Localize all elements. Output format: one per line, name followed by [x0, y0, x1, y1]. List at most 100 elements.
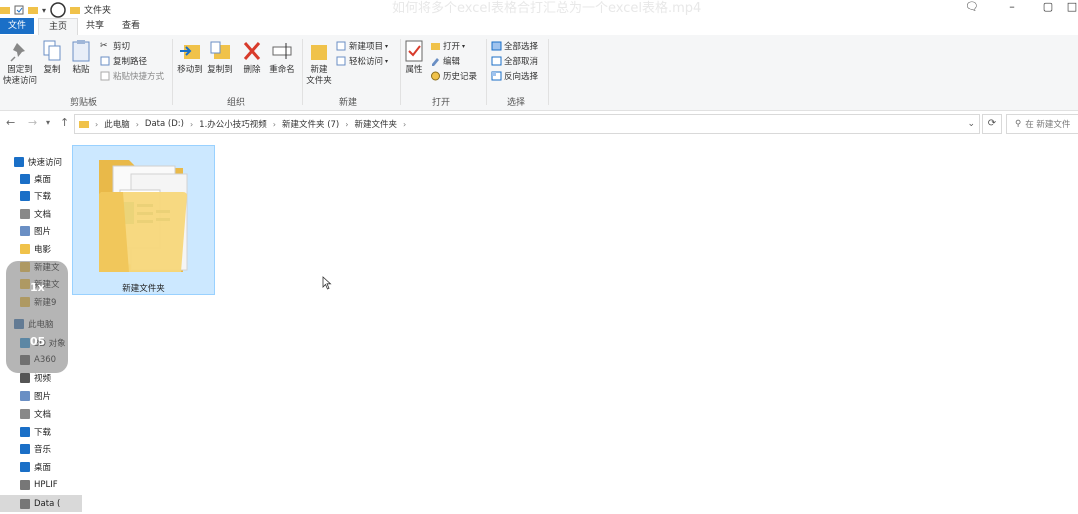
tab-view[interactable]: 查看	[114, 18, 148, 34]
address-bar[interactable]: › 此电脑 › Data (D:) › 1.办公小技巧视频 › 新建文件夹 (7) › …	[74, 114, 980, 134]
paste-shortcut-button: 粘贴快捷方式	[100, 70, 164, 82]
tab-share[interactable]: 共享	[78, 18, 112, 34]
search-box[interactable]: ⚲ 在 新建文件	[1006, 114, 1078, 134]
document-icon	[20, 208, 30, 219]
star-icon	[14, 156, 24, 167]
ribbon-tabs: 文件 主页 共享 查看	[0, 18, 1078, 36]
sidebar-item[interactable]: 文档	[0, 205, 82, 222]
invert-selection-button[interactable]: 反向选择	[491, 70, 538, 82]
properties-button[interactable]: 属性	[403, 39, 425, 76]
copy-to-button[interactable]: 复制到	[205, 39, 235, 76]
tab-home[interactable]: 主页	[38, 18, 78, 36]
copy-path-label: 复制路径	[113, 57, 148, 67]
select-all-icon	[491, 41, 502, 51]
recent-locations-button[interactable]: ▾	[46, 118, 50, 127]
pin-to-quick-access-button[interactable]: 固定到 快速访问	[2, 39, 38, 87]
new-folder-label-line2: 文件夹	[306, 76, 332, 86]
sidebar-item-label: 图片	[34, 391, 52, 402]
paste-shortcut-label: 粘贴快捷方式	[113, 72, 165, 82]
select-all-button[interactable]: 全部选择	[491, 40, 538, 52]
properties-icon[interactable]	[14, 5, 24, 15]
open-button[interactable]: 打开 ▾	[430, 40, 465, 52]
download-icon	[20, 190, 30, 201]
organize-group-label: 组织	[227, 98, 246, 108]
desktop-icon	[20, 173, 30, 184]
breadcrumb-new-folder-7[interactable]: 新建文件夹 (7) ›	[282, 118, 348, 131]
copy-to-label: 复制到	[207, 65, 233, 75]
desktop-icon	[20, 461, 30, 472]
new-item-button[interactable]: 新建项目 ▾	[336, 40, 388, 52]
easy-access-button[interactable]: 轻松访问 ▾	[336, 55, 388, 67]
paste-button[interactable]: 粘贴	[68, 39, 94, 76]
close-button[interactable]: □	[1062, 0, 1078, 14]
copy-path-button[interactable]: 复制路径	[100, 55, 147, 67]
breadcrumb-data-drive[interactable]: Data (D:) ›	[145, 119, 193, 129]
history-icon	[431, 71, 440, 81]
select-none-icon	[491, 56, 502, 66]
video-icon	[20, 372, 30, 383]
sidebar-item-label: HPLIF	[34, 479, 58, 490]
sidebar-item[interactable]: 图片	[0, 387, 82, 404]
history-button[interactable]: 历史记录	[430, 70, 477, 82]
copy-to-icon	[210, 41, 230, 59]
sidebar-item-label: 音乐	[34, 444, 52, 455]
group-separator	[302, 39, 303, 105]
sidebar-item-label: 图片	[34, 226, 52, 237]
address-history-chevron-icon[interactable]: ⌄	[967, 119, 975, 129]
breadcrumb-new-folder[interactable]: 新建文件夹 ›	[354, 118, 406, 131]
history-label: 历史记录	[443, 72, 478, 82]
sidebar-item[interactable]: 桌面	[0, 458, 82, 475]
select-all-label: 全部选择	[504, 42, 539, 52]
new-group-label: 新建	[339, 98, 358, 108]
move-to-icon	[180, 45, 200, 59]
sidebar-item[interactable]: HPLIF	[0, 476, 82, 493]
folder-item[interactable]: 新建文件夹	[72, 145, 215, 295]
forward-button[interactable]: →	[28, 116, 37, 129]
chat-icon[interactable]: 🗨	[962, 0, 982, 14]
refresh-button[interactable]: ⟳	[982, 114, 1002, 134]
rename-button[interactable]: 重命名	[266, 39, 298, 76]
cut-button[interactable]: ✂ 剪切	[100, 40, 130, 52]
minimize-button[interactable]: –	[1002, 0, 1022, 14]
window-title: 文件夹	[84, 6, 112, 16]
title-bar: ▾ 文件夹 如何将多个excel表格合打汇总为一个excel表格.mp4 🗨 –…	[0, 0, 1078, 18]
breadcrumb-chevron[interactable]: ›	[95, 120, 98, 129]
sidebar-item[interactable]: 下载	[0, 187, 82, 204]
tab-file[interactable]: 文件	[0, 18, 34, 34]
customize-toolbar-icon[interactable]: ▾	[42, 6, 46, 15]
delete-button[interactable]: 删除	[240, 39, 264, 76]
breadcrumb-tips-videos[interactable]: 1.办公小技巧视频 ›	[199, 118, 276, 131]
edit-button[interactable]: 编辑	[430, 55, 460, 67]
select-none-button[interactable]: 全部取消	[491, 55, 538, 67]
paste-shortcut-icon	[100, 71, 110, 81]
chevron-down-icon: ▾	[385, 42, 389, 50]
sidebar-item[interactable]: 桌面	[0, 170, 82, 187]
paste-label: 粘贴	[72, 65, 90, 75]
new-folder-button[interactable]: 新建 文件夹	[305, 39, 333, 87]
sidebar-item[interactable]: 图片	[0, 222, 82, 239]
delete-icon	[243, 42, 261, 60]
sidebar-item[interactable]: 文档	[0, 405, 82, 422]
sidebar-item[interactable]: 快速访问	[0, 153, 76, 170]
move-to-button[interactable]: 移动到	[176, 39, 204, 76]
sidebar-item[interactable]: 下载	[0, 423, 82, 440]
quick-access-toolbar: ▾	[0, 2, 81, 18]
video-title-overlay: 如何将多个excel表格合打汇总为一个excel表格.mp4	[392, 1, 702, 16]
sidebar-item-label: 桌面	[34, 174, 52, 185]
new-folder-icon[interactable]	[28, 5, 38, 15]
up-button[interactable]: ↑	[60, 116, 69, 129]
rename-label: 重命名	[269, 65, 295, 75]
sidebar-item[interactable]: 音乐	[0, 440, 82, 457]
sidebar-item[interactable]: 电影	[0, 240, 82, 257]
move-to-label: 移动到	[177, 65, 203, 75]
copy-button[interactable]: 复制	[40, 39, 64, 76]
breadcrumb-this-pc[interactable]: 此电脑 ›	[104, 118, 139, 131]
search-placeholder: 在 新建文件	[1025, 120, 1071, 130]
sidebar-item-label: 快速访问	[28, 157, 63, 168]
back-button[interactable]: ←	[6, 116, 15, 129]
sidebar-item[interactable]: Data (	[0, 495, 82, 512]
navigation-bar: ← → ▾ ↑ › 此电脑 › Data (D:) › 1.办公小技巧视频 › 新建文…	[0, 111, 1078, 135]
invert-selection-label: 反向选择	[504, 72, 539, 82]
folder-icon	[20, 243, 30, 254]
maximize-button[interactable]: ▢	[1038, 0, 1058, 14]
